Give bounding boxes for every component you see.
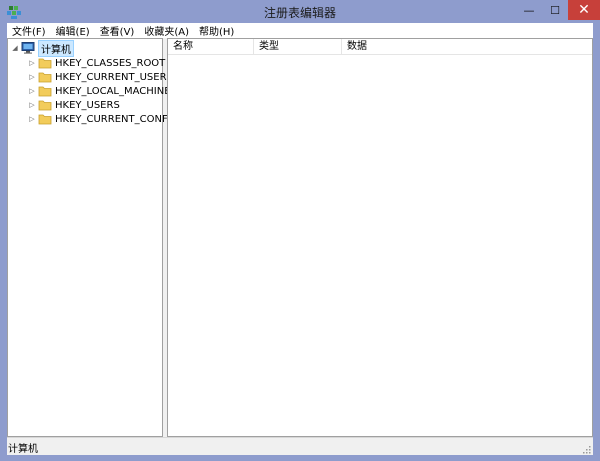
registry-editor-window: 注册表编辑器 — ☐ ✕ 文件(F) 编辑(E) 查看(V) 收藏夹(A) 帮助… — [0, 0, 600, 461]
column-header-name[interactable]: 名称 — [168, 39, 254, 54]
folder-icon — [38, 113, 52, 125]
folder-icon — [38, 57, 52, 69]
menu-edit[interactable]: 编辑(E) — [51, 23, 95, 38]
menu-favorites[interactable]: 收藏夹(A) — [139, 23, 194, 38]
resize-grip-icon[interactable] — [582, 444, 591, 454]
tree-node-computer[interactable]: ◢ 计算机 — [11, 39, 74, 57]
tree-node-hkey-classes-root[interactable]: ▷ HKEY_CLASSES_ROOT — [28, 56, 165, 70]
menu-bar: 文件(F) 编辑(E) 查看(V) 收藏夹(A) 帮助(H) — [7, 23, 593, 38]
status-bar: 计算机 — [7, 437, 593, 455]
column-header-data[interactable]: 数据 — [342, 39, 592, 54]
values-list-pane[interactable]: 名称 类型 数据 — [167, 38, 593, 437]
expand-arrow-icon[interactable]: ▷ — [28, 115, 36, 123]
main-content: ◢ 计算机 ▷ HKEY_CLASSES_ROOT ▷ HKEY_CURRENT… — [7, 38, 593, 437]
minimize-button[interactable]: — — [516, 0, 542, 20]
tree-node-label: HKEY_CLASSES_ROOT — [55, 57, 166, 69]
tree-node-label: 计算机 — [38, 39, 74, 57]
menu-help[interactable]: 帮助(H) — [194, 23, 239, 38]
tree-node-label: HKEY_CURRENT_USER — [55, 71, 167, 83]
maximize-button[interactable]: ☐ — [542, 0, 568, 20]
folder-icon — [38, 71, 52, 83]
tree-node-hkey-current-user[interactable]: ▷ HKEY_CURRENT_USER — [28, 70, 167, 84]
window-title: 注册表编辑器 — [263, 6, 336, 20]
tree-node-hkey-current-config[interactable]: ▷ HKEY_CURRENT_CONFIG — [28, 112, 178, 126]
column-header-type[interactable]: 类型 — [254, 39, 342, 54]
expand-arrow-icon[interactable]: ▷ — [28, 73, 36, 81]
close-button[interactable]: ✕ — [568, 0, 600, 20]
title-bar[interactable]: 注册表编辑器 — ☐ ✕ — [0, 0, 600, 23]
tree-node-hkey-local-machine[interactable]: ▷ HKEY_LOCAL_MACHINE — [28, 84, 171, 98]
folder-icon — [38, 99, 52, 111]
menu-file[interactable]: 文件(F) — [7, 23, 51, 38]
tree-node-label: HKEY_CURRENT_CONFIG — [55, 113, 179, 125]
expand-arrow-icon[interactable]: ▷ — [28, 101, 36, 109]
tree-pane[interactable]: ◢ 计算机 ▷ HKEY_CLASSES_ROOT ▷ HKEY_CURRENT… — [7, 38, 178, 437]
list-header: 名称 类型 数据 — [168, 39, 592, 55]
tree-node-label: HKEY_LOCAL_MACHINE — [55, 85, 171, 97]
expand-arrow-icon[interactable]: ▷ — [28, 59, 36, 67]
tree-node-label: HKEY_USERS — [55, 99, 120, 111]
menu-view[interactable]: 查看(V) — [95, 23, 140, 38]
folder-icon — [38, 85, 52, 97]
computer-icon — [21, 42, 35, 54]
expand-arrow-icon[interactable]: ▷ — [28, 87, 36, 95]
tree-node-hkey-users[interactable]: ▷ HKEY_USERS — [28, 98, 120, 112]
collapse-arrow-icon[interactable]: ◢ — [11, 44, 19, 52]
status-path: 计算机 — [8, 444, 38, 455]
